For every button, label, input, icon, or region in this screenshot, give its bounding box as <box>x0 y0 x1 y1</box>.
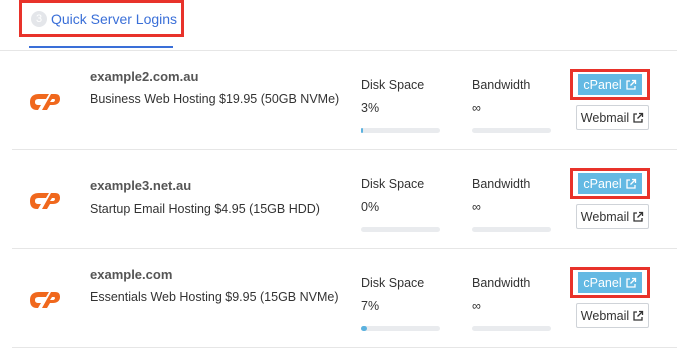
disk-usage-fill <box>361 128 364 133</box>
external-link-icon <box>625 79 637 91</box>
tab-count-badge: 3 <box>31 10 47 27</box>
external-link-icon <box>632 211 644 223</box>
webmail-button-label: Webmail <box>580 209 630 224</box>
bandwidth-value: ∞ <box>472 200 481 214</box>
disk-space-label: Disk Space <box>361 276 425 290</box>
server-plan: Essentials Web Hosting $9.95 (15GB NVMe) <box>90 290 339 304</box>
bandwidth-label: Bandwidth <box>472 276 531 290</box>
server-plan: Business Web Hosting $19.95 (50GB NVMe) <box>90 92 340 106</box>
tab-bar: 3 Quick Server Logins <box>0 0 677 51</box>
cpanel-logo-icon <box>27 190 61 212</box>
external-link-icon <box>632 310 644 322</box>
cpanel-login-highlight: cPanel <box>570 69 650 100</box>
webmail-login-button[interactable]: Webmail <box>576 204 649 229</box>
server-domain: example3.net.au <box>90 178 192 193</box>
webmail-login-button[interactable]: Webmail <box>576 105 649 130</box>
disk-usage-bar <box>361 326 440 331</box>
external-link-icon <box>625 277 637 289</box>
cpanel-button-label: cPanel <box>583 275 622 290</box>
disk-space-label: Disk Space <box>361 78 425 92</box>
disk-usage-bar <box>361 227 440 232</box>
tab-quick-server-logins[interactable]: 3 Quick Server Logins <box>19 0 184 37</box>
server-plan: Startup Email Hosting $4.95 (15GB HDD) <box>90 202 320 216</box>
server-domain: example.com <box>90 267 173 282</box>
bandwidth-usage-bar <box>472 326 551 331</box>
webmail-login-button[interactable]: Webmail <box>576 303 649 328</box>
webmail-button-label: Webmail <box>580 110 630 125</box>
active-tab-indicator <box>29 46 173 48</box>
bandwidth-label: Bandwidth <box>472 177 531 191</box>
disk-space-value: 0% <box>361 200 380 214</box>
server-row: example2.com.au Business Web Hosting $19.… <box>12 51 677 150</box>
server-domain: example2.com.au <box>90 69 199 84</box>
disk-space-value: 3% <box>361 101 380 115</box>
server-row: example3.net.au Startup Email Hosting $4.… <box>12 150 677 249</box>
tab-label: Quick Server Logins <box>51 10 178 27</box>
webmail-button-label: Webmail <box>580 308 630 323</box>
disk-usage-fill <box>361 326 367 331</box>
external-link-icon <box>632 112 644 124</box>
cpanel-login-button[interactable]: cPanel <box>578 74 642 95</box>
bandwidth-value: ∞ <box>472 101 481 115</box>
disk-space-label: Disk Space <box>361 177 425 191</box>
bandwidth-usage-bar <box>472 227 551 232</box>
cpanel-button-label: cPanel <box>583 77 622 92</box>
cpanel-login-button[interactable]: cPanel <box>578 272 642 293</box>
cpanel-logo-icon <box>27 91 61 113</box>
disk-usage-bar <box>361 128 440 133</box>
cpanel-logo-icon <box>27 289 61 311</box>
cpanel-button-label: cPanel <box>583 176 622 191</box>
cpanel-login-highlight: cPanel <box>570 267 650 298</box>
bandwidth-label: Bandwidth <box>472 78 531 92</box>
external-link-icon <box>625 178 637 190</box>
bandwidth-value: ∞ <box>472 299 481 313</box>
cpanel-login-button[interactable]: cPanel <box>578 173 642 194</box>
cpanel-login-highlight: cPanel <box>570 168 650 199</box>
server-row: example.com Essentials Web Hosting $9.95 … <box>12 249 677 348</box>
disk-space-value: 7% <box>361 299 380 313</box>
bandwidth-usage-bar <box>472 128 551 133</box>
